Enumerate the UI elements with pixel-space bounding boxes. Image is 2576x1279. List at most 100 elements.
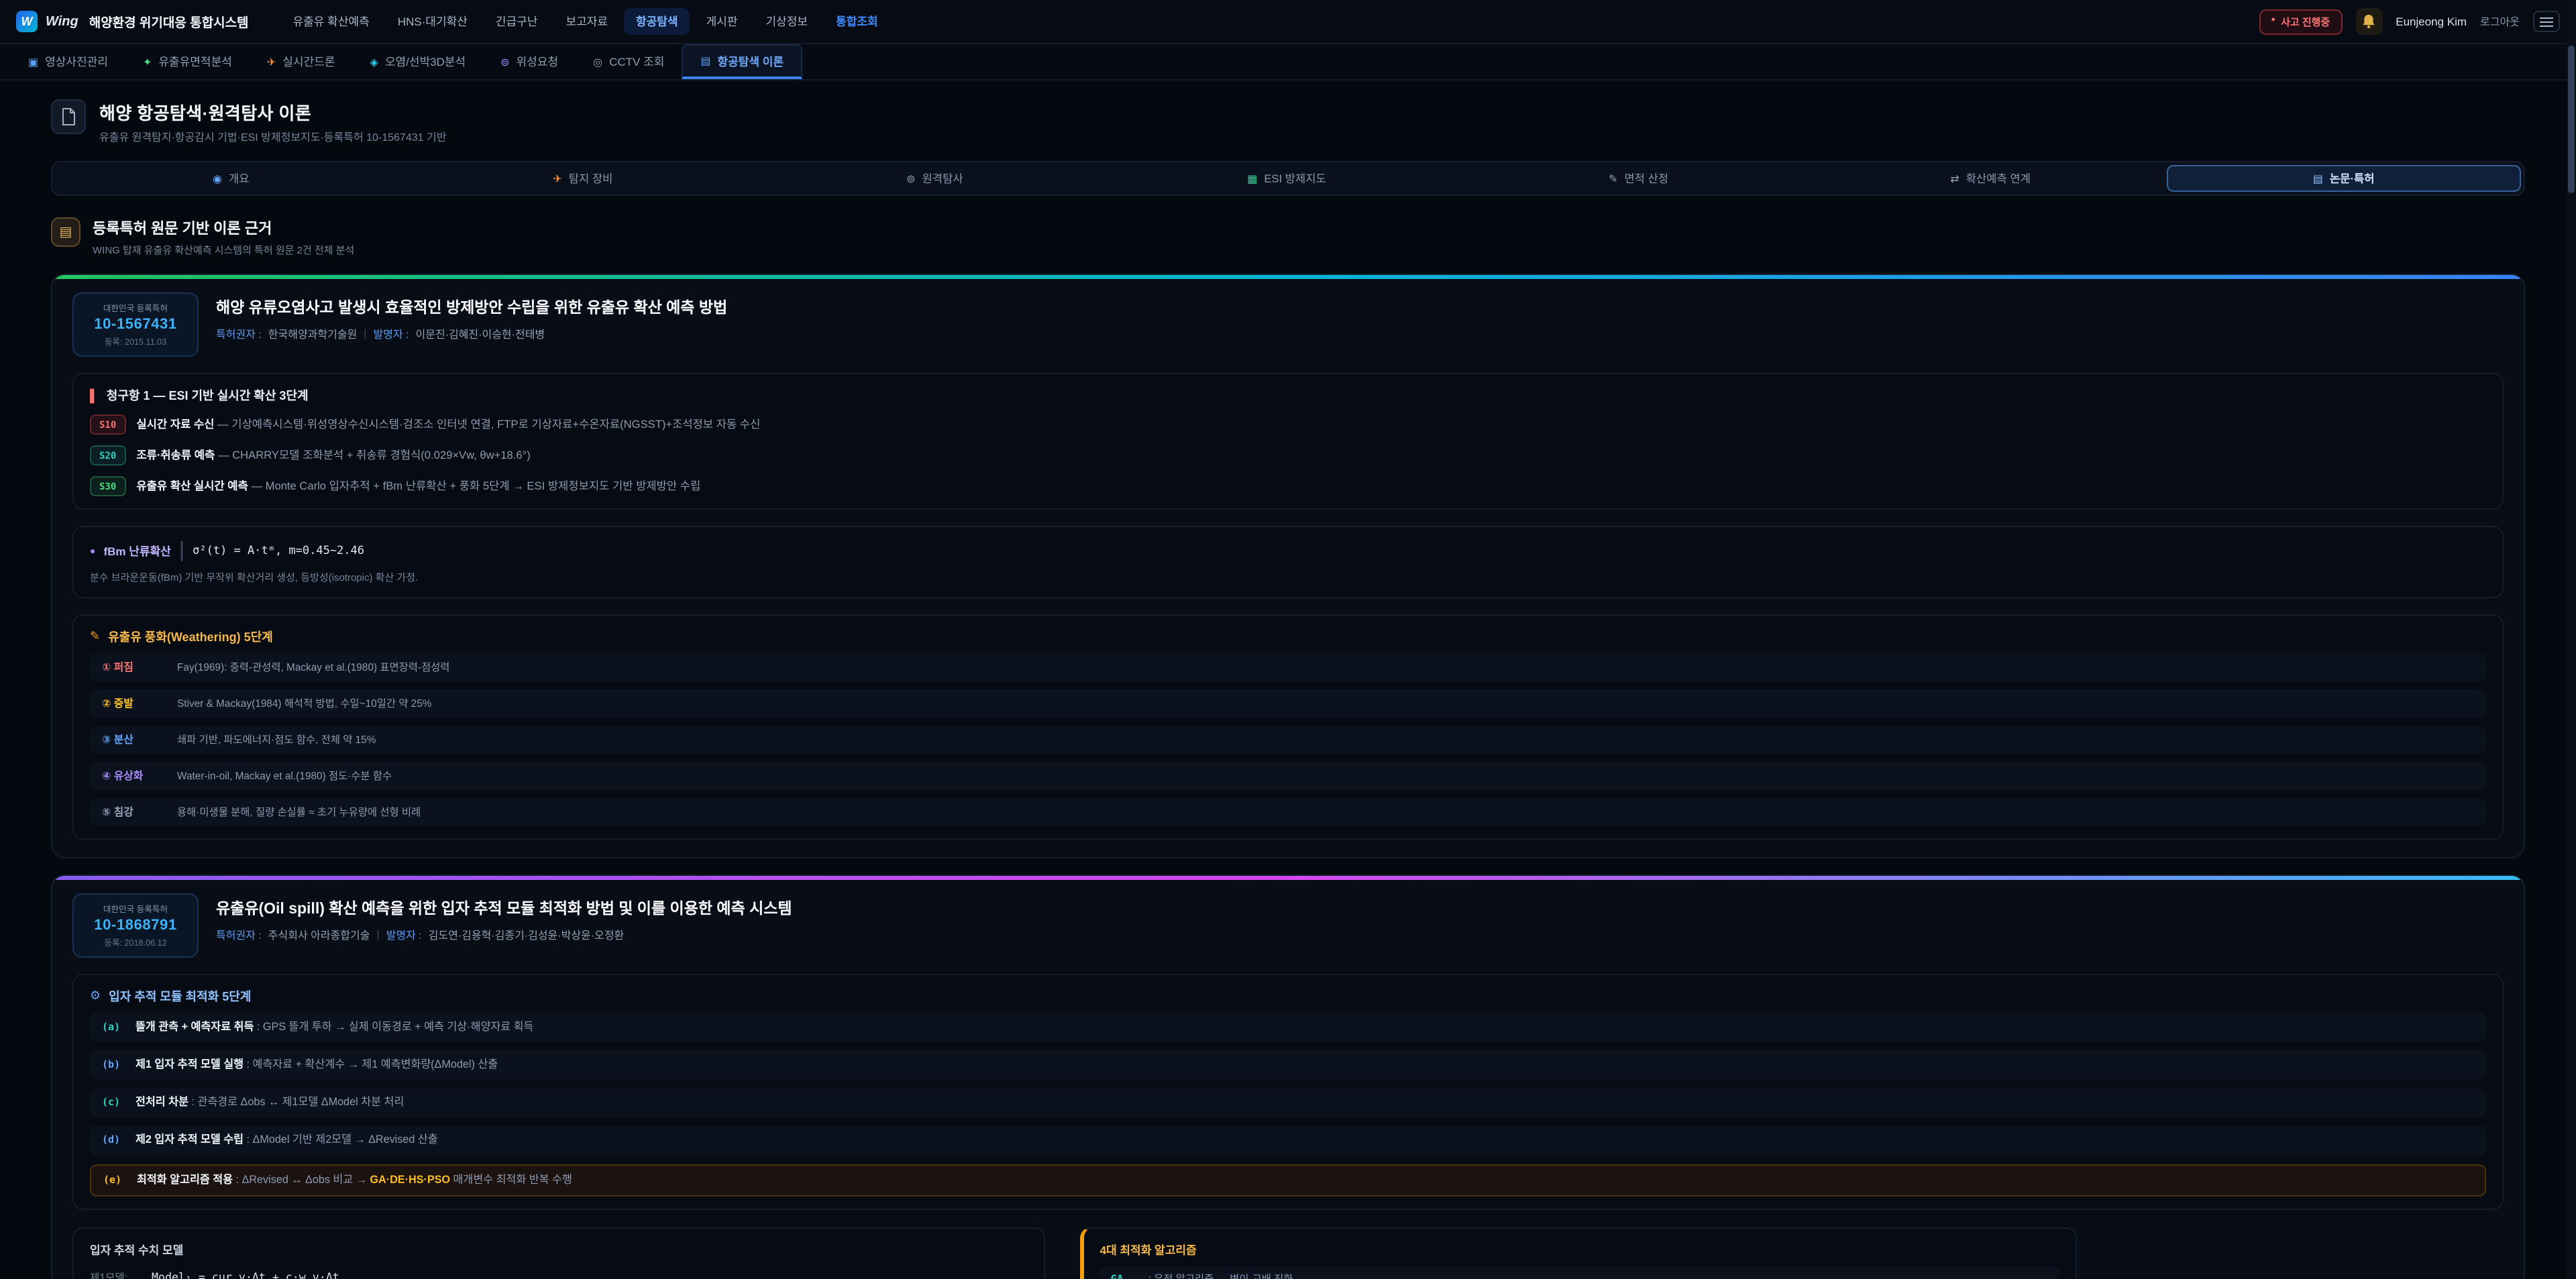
optimization-header: ⚙ 입자 추적 모듈 최적화 5단계: [90, 987, 2486, 1005]
weathering-row-evaporation: ② 증발 Stiver & Mackay(1984) 해석적 방법, 수일~10…: [90, 689, 2486, 718]
pill-tab-detection-equipment[interactable]: ✈ 탐지 장비: [407, 165, 759, 192]
step-chip: S10: [90, 414, 125, 435]
pill-tab-prediction-link[interactable]: ⇄ 확산예측 연계: [1815, 165, 2167, 192]
pill-label: 확산예측 연계: [1966, 170, 2031, 186]
tab-realtime-drone[interactable]: ✈ 실시간드론: [250, 44, 353, 79]
tab-image-photo-management[interactable]: ▣ 영상사진관리: [11, 44, 125, 79]
satellite-icon: ⊚: [500, 56, 509, 68]
model-label: 제1모델:: [90, 1270, 141, 1279]
system-title: 해양환경 위기대응 통합시스템: [89, 12, 249, 31]
pill-tab-papers-patents[interactable]: ▤ 논문·특허: [2166, 165, 2521, 192]
scrollbar-thumb[interactable]: [2568, 46, 2575, 193]
model-formula: Model₁ = cur_v·Δt + c·w_v·Δt: [152, 1270, 339, 1279]
patent-meta: 특허권자 : 한국해양과학기술원 | 발명자 : 이문진·김혜진·이승현·전태병: [216, 327, 727, 342]
particle-model-panel: 입자 추적 수치 모델 제1모델: Model₁ = cur_v·Δt + c·…: [72, 1227, 1045, 1279]
notification-bell-button[interactable]: [2355, 8, 2382, 35]
top-navigation-bar: W Wing 해양환경 위기대응 통합시스템 유출유 확산예측 HNS·대기확산…: [0, 0, 2576, 44]
algorithms-title: 4대 최적화 알고리즘: [1100, 1241, 2059, 1258]
fbm-header: ● fBm 난류확산 | σ²(t) = A·tᵐ, m=0.45~2.46: [90, 539, 2486, 563]
nav-item-board[interactable]: 게시판: [694, 8, 750, 35]
app-logo[interactable]: W Wing 해양환경 위기대응 통합시스템: [16, 11, 249, 32]
nav-item-emergency-rescue[interactable]: 긴급구난: [484, 8, 550, 35]
weathering-stage-desc: Stiver & Mackay(1984) 해석적 방법, 수일~10일간 약 …: [177, 696, 431, 711]
area-analysis-icon: ✦: [143, 56, 152, 68]
patent-meta: 특허권자 : 주식회사 아라종합기술 | 발명자 : 김도연·김용혁·김종기·김…: [216, 928, 792, 943]
fbm-label: fBm 난류확산: [103, 543, 170, 559]
patent-number-badge: 대한민국 등록특허 10-1868791 등록: 2018.06.12: [72, 893, 199, 958]
patent-card-1868791: 대한민국 등록특허 10-1868791 등록: 2018.06.12 유출유(…: [51, 875, 2525, 1279]
section-title: 등록특허 원문 기반 이론 근거: [93, 217, 354, 239]
step-tag: (e): [103, 1173, 126, 1185]
nav-item-integrated-search[interactable]: 통합조회: [824, 8, 890, 35]
gear-icon: ⚙: [90, 989, 101, 1003]
weathering-panel: ✎ 유출유 풍화(Weathering) 5단계 ① 퍼짐 Fay(1969):…: [72, 614, 2504, 840]
weathering-row-emulsification: ④ 유상화 Water-in-oil, Mackay et al.(1980) …: [90, 762, 2486, 790]
nav-item-weather-info[interactable]: 기상정보: [754, 8, 820, 35]
model-row-1: 제1모델: Model₁ = cur_v·Δt + c·w_v·Δt: [90, 1270, 1028, 1279]
patent-title-block: 해양 유류오염사고 발생시 효율적인 방제방안 수립을 위한 유출유 확산 예측…: [216, 292, 727, 342]
tab-pollution-ship-3d[interactable]: ◈ 오염/선박3D분석: [353, 44, 484, 79]
vertical-scrollbar[interactable]: [2567, 0, 2576, 1279]
algo-tag: GA: [1111, 1273, 1139, 1279]
document-icon: [51, 99, 86, 134]
user-name: Eunjeong Kim: [2396, 15, 2467, 28]
algo-desc: : 유전 알고리즘 — 변이·교배 진화: [1148, 1272, 1293, 1279]
hamburger-menu-button[interactable]: [2533, 11, 2560, 32]
main-content: 해양 항공탐색·원격탐사 이론 유출유 원격탐지·항공감시 기법·ESI 방제정…: [0, 99, 2576, 1279]
weathering-header: ✎ 유출유 풍화(Weathering) 5단계: [90, 628, 2486, 645]
step-lead: 조류·취송류 예측: [136, 448, 215, 461]
patent-owner-label: 특허권자 :: [216, 327, 262, 342]
tab-cctv-view[interactable]: ◎ CCTV 조회: [576, 44, 682, 79]
tab-aerial-search-theory[interactable]: ▤ 항공탐색 이론: [682, 44, 802, 79]
step-lead: 최적화 알고리즘 적용: [137, 1173, 233, 1185]
app-window: W Wing 해양환경 위기대응 통합시스템 유출유 확산예측 HNS·대기확산…: [0, 0, 2576, 1279]
pill-tab-area-calculation[interactable]: ✎ 면적 산정: [1462, 165, 1815, 192]
page-header-text: 해양 항공탐색·원격탐사 이론 유출유 원격탐지·항공감시 기법·ESI 방제정…: [99, 99, 446, 145]
patent-card-1567431: 대한민국 등록특허 10-1567431 등록: 2015.11.03 해양 유…: [51, 274, 2525, 858]
tab-satellite-request[interactable]: ⊚ 위성요청: [483, 44, 576, 79]
nav-item-aerial-search[interactable]: 항공탐색: [624, 8, 690, 35]
logout-button[interactable]: 로그아웃: [2480, 14, 2520, 29]
optimization-step-d: (d) 제2 입자 추적 모델 수립 : ΔModel 기반 제2모델 → ΔR…: [90, 1126, 2486, 1156]
fbm-panel: ● fBm 난류확산 | σ²(t) = A·tᵐ, m=0.45~2.46 분…: [72, 526, 2504, 598]
nav-item-reports[interactable]: 보고자료: [553, 8, 620, 35]
nav-item-oil-spill-prediction[interactable]: 유출유 확산예측: [281, 8, 382, 35]
step-lead: 실시간 자료 수신: [136, 417, 214, 431]
pencil-icon: ✎: [90, 629, 100, 644]
fbm-divider: |: [179, 539, 184, 563]
optimization-title: 입자 추적 모듈 최적화 5단계: [109, 987, 251, 1005]
patent-country: 대한민국 등록특허: [85, 302, 186, 314]
algorithm-names-highlight: GA·DE·HS·PSO: [370, 1173, 450, 1185]
step-rest: : ΔRevised ↔ Δobs 비교 →: [236, 1173, 370, 1185]
pill-tab-remote-sensing[interactable]: ⊚ 원격탐사: [759, 165, 1111, 192]
pill-label: 탐지 장비: [569, 170, 613, 186]
weathering-stage-desc: 용해·미생물 분해, 질량 손실률 ≈ 초기 누유량에 선형 비례: [177, 805, 421, 820]
pill-tab-esi-map[interactable]: ▦ ESI 방제지도: [1111, 165, 1463, 192]
nav-item-hns-atmospheric[interactable]: HNS·대기확산: [386, 8, 480, 35]
weathering-stage-desc: Water-in-oil, Mackay et al.(1980) 점도·수분 …: [177, 769, 392, 783]
claim-panel-header: ▌ 청구항 1 — ESI 기반 실시간 확산 3단계: [90, 386, 2486, 404]
tab-oil-area-analysis[interactable]: ✦ 유출유면적분석: [125, 44, 250, 79]
step-text: 제1 입자 추적 모델 실행 : 예측자료 + 확산계수 → 제1 예측변화량(…: [136, 1057, 498, 1073]
step-tag: (b): [102, 1058, 125, 1070]
incident-status-badge[interactable]: ● 사고 진행중: [2259, 9, 2342, 34]
patent-title-block: 유출유(Oil spill) 확산 예측을 위한 입자 추적 모듈 최적화 방법…: [216, 893, 792, 943]
pill-label: 개요: [229, 170, 250, 186]
step-rest: — Monte Carlo 입자추적 + fBm 난류확산 + 풍화 5단계 →…: [251, 479, 700, 492]
bell-icon: [2361, 13, 2376, 30]
pill-tab-overview[interactable]: ◉ 개요: [55, 165, 407, 192]
optimization-step-a: (a) 뜰개 관측 + 예측자료 취득 : GPS 뜰개 투하 → 실제 이동경…: [90, 1013, 2486, 1042]
sub-tab-bar: ▣ 영상사진관리 ✦ 유출유면적분석 ✈ 실시간드론 ◈ 오염/선박3D분석 ⊚…: [0, 44, 2576, 80]
radar-icon: ⊚: [906, 172, 915, 184]
step-text: 제2 입자 추적 모델 수립 : ΔModel 기반 제2모델 → ΔRevis…: [136, 1133, 438, 1149]
weathering-row-spreading: ① 퍼짐 Fay(1969): 중력-관성력, Mackay et al.(19…: [90, 653, 2486, 681]
weathering-stage-desc: Fay(1969): 중력-관성력, Mackay et al.(1980) 표…: [177, 660, 449, 675]
purple-dot-icon: ●: [90, 547, 95, 556]
step-rest: : 관측경로 Δobs ↔ 제1모델 ΔModel 차분 처리: [191, 1097, 404, 1109]
pill-label: 면적 산정: [1624, 170, 1668, 186]
step-text: 최적화 알고리즘 적용 : ΔRevised ↔ Δobs 비교 → GA·DE…: [137, 1172, 572, 1188]
fbm-description: 분수 브라운운동(fBm) 기반 무작위 확산거리 생성, 등방성(isotro…: [90, 570, 2486, 585]
patent-inventors: 이문진·김혜진·이승현·전태병: [416, 327, 545, 342]
link-icon: ⇄: [1950, 172, 1959, 184]
patent-number: 10-1868791: [85, 917, 186, 934]
